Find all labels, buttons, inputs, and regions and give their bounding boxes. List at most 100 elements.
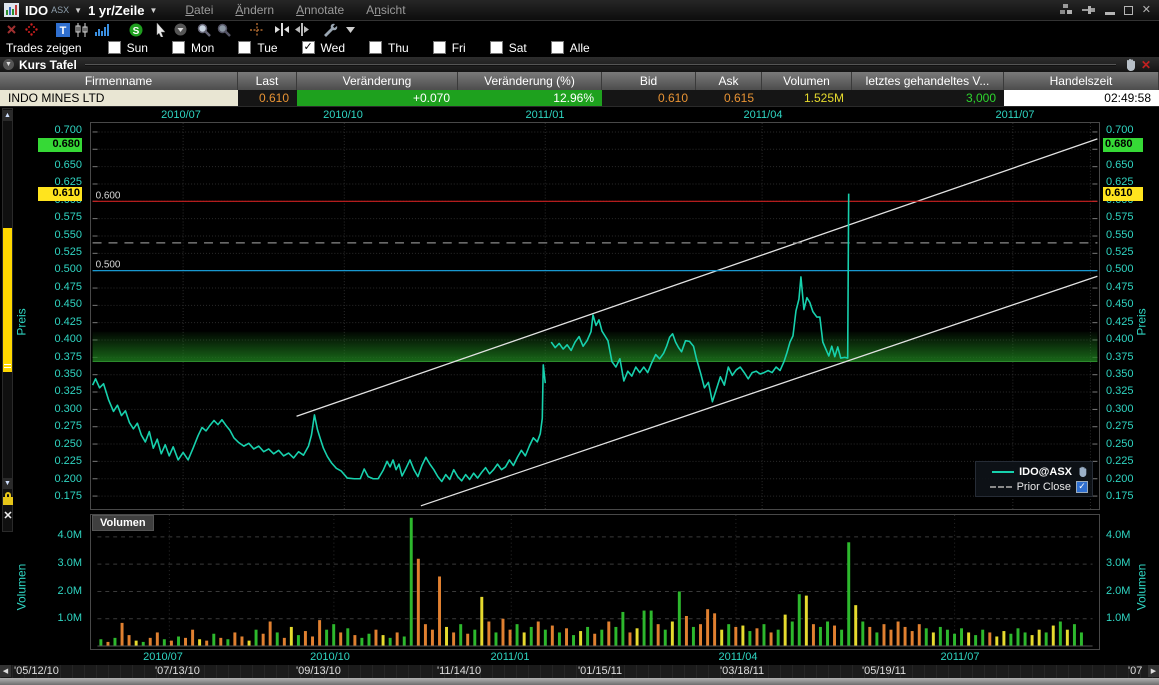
col-header-volumen[interactable]: Volumen [762,72,852,90]
close-panel-icon[interactable]: ✕ [1141,58,1151,72]
cell-last-traded-vol: 3,000 [852,90,1004,106]
squeeze-left-icon[interactable] [273,22,290,37]
volume-date-label: 2011/07 [940,651,980,663]
scroll-down-button[interactable]: ▼ [2,478,13,489]
day-checkbox-wed[interactable]: ✓ Wed [301,41,345,55]
menu-ändern[interactable]: Ändern [235,3,274,17]
day-checkbox-sun[interactable]: Sun [107,40,148,55]
checkbox[interactable] [489,41,503,54]
volume-tick-left: 3.0M [57,557,82,569]
settings-wrench-icon[interactable] [322,22,339,37]
col-header-veraenderung[interactable]: Veränderung [297,72,458,90]
checkbox[interactable] [369,41,383,54]
more-caret-icon[interactable] [342,22,359,37]
col-header-veraenderung-pct[interactable]: Veränderung (%) [458,72,602,90]
checkbox[interactable] [171,41,185,54]
maximize-button[interactable] [1123,5,1133,15]
price-date-label: 2011/01 [525,109,565,121]
squeeze-right-icon[interactable] [293,22,310,37]
zoom-in-icon[interactable] [195,22,212,37]
status-resize-bar [0,678,1159,685]
col-header-handelszeit[interactable]: Handelszeit [1004,72,1159,90]
link-boxes-icon[interactable] [1059,4,1073,16]
price-tick-right: 0.550 [1106,229,1134,241]
price-date-label: 2010/07 [161,109,201,121]
col-header-last-traded-vol[interactable]: letztes gehandeltes V... [852,72,1004,90]
col-header-bid[interactable]: Bid [602,72,696,90]
money-flow-icon[interactable]: S [127,22,144,37]
timeframe-selector[interactable]: 1 yr/Zeile [88,3,144,18]
time-scrollbar[interactable]: '05/12/10 '07/13/10 '09/13/10 '11/14/10 '01/… [0,664,1159,678]
series-legend-label[interactable]: IDO@ASX [1019,466,1072,478]
col-header-last[interactable]: Last [238,72,297,90]
volume-tick-left: 4.0M [57,529,82,541]
crosshair-dots-icon[interactable] [23,22,40,37]
volume-bars-icon[interactable] [94,22,111,37]
cell-bid: 0.610 [602,90,696,106]
svg-text:T: T [59,25,66,37]
circle-dropdown-icon[interactable] [172,22,189,37]
price-tick-right: 0.500 [1106,263,1134,275]
day-checkbox-mon[interactable]: Mon [171,41,214,55]
day-label: Sat [508,40,527,55]
checkbox[interactable] [432,41,446,54]
candlestick-mode-icon[interactable] [74,22,91,37]
scroll-left-button[interactable]: ◀ [0,665,11,677]
day-checkbox-thu[interactable]: Thu [369,41,409,55]
menu-datei[interactable]: Datei [185,3,213,17]
crosshair-icon[interactable] [248,22,265,37]
quote-table-row[interactable]: INDO MINES LTD 0.610 +0.070 12.96% 0.610… [0,90,1159,107]
cell-company-name: INDO MINES LTD [0,90,238,106]
scroll-right-button[interactable]: ▶ [1148,665,1159,677]
price-tick-left: 0.550 [54,229,82,241]
scrollbar-date-label: '07/13/10 [155,665,200,677]
volume-date-label: 2010/07 [143,651,183,663]
minimize-button[interactable] [1104,11,1115,15]
checkbox[interactable] [107,41,121,54]
volume-tick-right: 4.0M [1106,529,1131,541]
pin-icon[interactable] [1081,4,1096,16]
close-pane-icon[interactable]: ✕ [2,510,14,522]
scrollbar-date-label: '09/13/10 [296,665,341,677]
drag-hand-icon[interactable] [1124,58,1137,71]
price-tick-left: 0.250 [54,438,82,450]
price-tick-left: 0.350 [54,368,82,380]
prior-close-checkbox[interactable]: ✓ [1076,480,1088,493]
menu-ansicht[interactable]: Ansicht [366,3,405,17]
price-tick-right: 0.450 [1106,298,1134,310]
text-tool-icon[interactable]: T [54,22,71,37]
scroll-up-button[interactable]: ▲ [2,110,13,121]
zoom-out-icon[interactable] [215,22,232,37]
price-chart[interactable]: 0.600 0.500 [90,122,1100,510]
collapse-panel-icon[interactable]: ▼ [3,59,14,70]
price-scrollbar-thumb[interactable] [3,228,12,372]
day-checkbox-sat[interactable]: Sat [489,40,527,55]
scrollbar-date-label: '07 [1128,665,1143,677]
checkbox[interactable]: ✓ [301,41,315,54]
col-header-firmenname[interactable]: Firmenname [0,72,238,90]
close-button[interactable]: ✕ [1142,4,1151,16]
menu-annotate[interactable]: Annotate [296,3,344,17]
legend-hand-icon[interactable] [1077,466,1088,477]
volume-chart[interactable] [90,514,1100,650]
cell-trade-time: 02:49:58 [1004,90,1159,106]
timeframe-dropdown-caret[interactable]: ▼ [149,6,157,15]
scrollbar-grip [4,364,11,365]
cursor-select-icon[interactable] [152,22,169,37]
cell-change: +0.070 [297,90,458,106]
checkbox[interactable] [238,41,252,54]
price-tick-left: 0.650 [54,159,82,171]
day-checkbox-tue[interactable]: Tue [238,41,278,55]
volume-date-label: 2011/01 [490,651,530,663]
window-controls: ✕ [1059,4,1159,16]
delete-annotation-icon[interactable] [3,22,20,37]
volume-panel-label: Volumen [92,515,154,531]
day-checkbox-alle[interactable]: Alle [550,41,590,55]
checkbox[interactable] [550,41,564,54]
volume-tick-right: 3.0M [1106,557,1131,569]
symbol-dropdown-caret[interactable]: ▼ [74,6,82,15]
day-checkbox-fri[interactable]: Fri [432,41,466,55]
day-label: Sun [126,40,148,55]
price-date-label: 2011/04 [743,109,783,121]
col-header-ask[interactable]: Ask [696,72,762,90]
